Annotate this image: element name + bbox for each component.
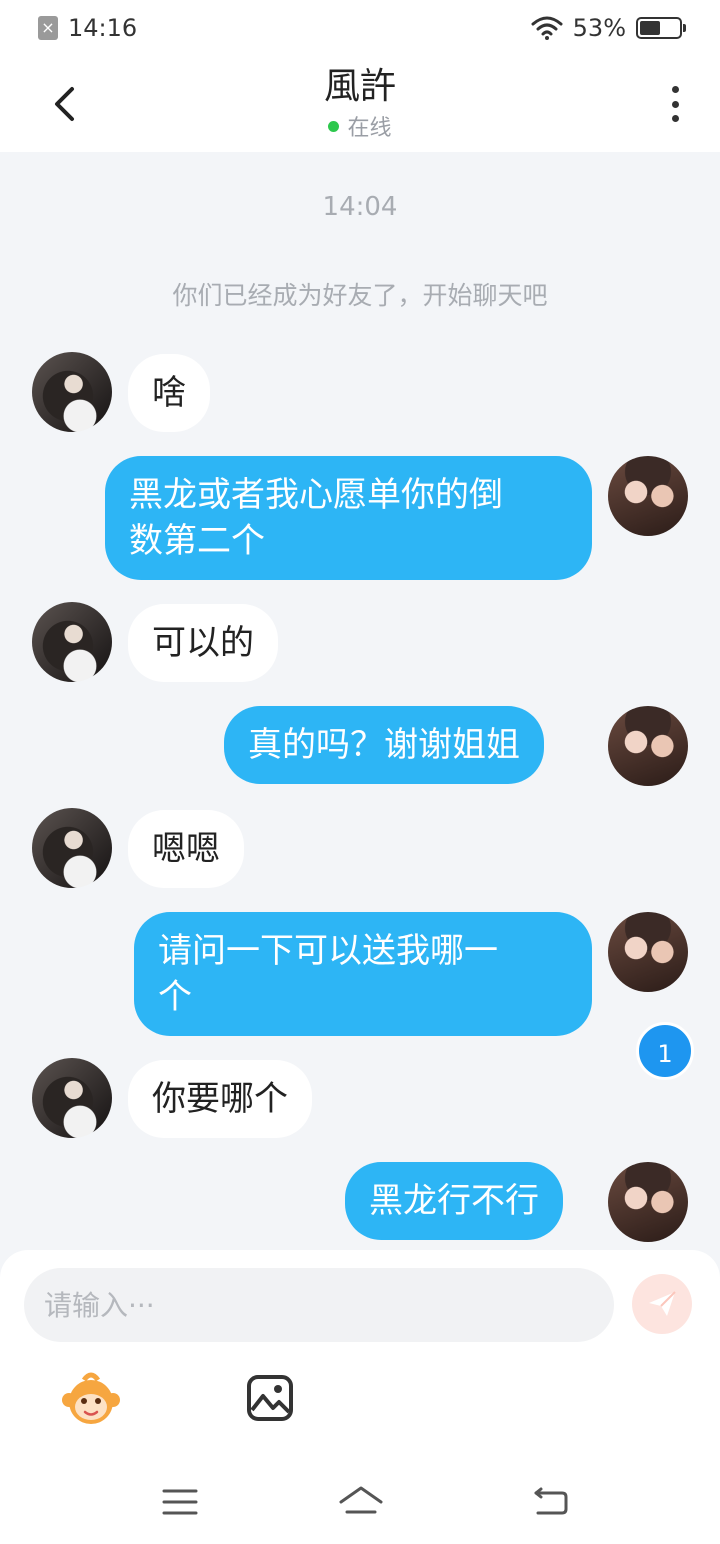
online-dot-icon [328,120,340,132]
contact-avatar[interactable] [32,352,112,432]
send-button[interactable] [632,1274,692,1334]
my-avatar[interactable] [608,1162,688,1242]
my-avatar[interactable] [608,912,688,992]
battery-level [640,21,661,35]
wifi-icon [531,16,563,40]
system-message: 你们已经成为好友了，开始聊天吧 [172,281,548,310]
outgoing-message[interactable]: 黑龙或者我心愿单你的倒 数第二个 [105,456,592,580]
contact-name: 風許 [323,66,396,107]
incoming-message[interactable]: 嗯嗯 [128,810,244,888]
chat-area[interactable]: 14:04 你们已经成为好友了，开始聊天吧 啥 黑龙或者我心愿单你的倒 数第二个… [0,152,720,1252]
outgoing-message[interactable]: 请问一下可以送我哪一 个 [134,912,592,1036]
image-gallery-icon [247,1375,293,1421]
message-input[interactable] [24,1268,614,1342]
home-button[interactable] [338,1482,384,1522]
home-icon [339,1486,383,1514]
back-nav-button[interactable] [530,1482,570,1522]
monkey-emoji-icon [62,1372,120,1424]
incoming-message[interactable]: 你要哪个 [128,1060,312,1138]
contact-avatar[interactable] [32,808,112,888]
emoji-button[interactable] [60,1368,122,1430]
my-avatar[interactable] [608,706,688,786]
online-status-label: 在线 [347,116,392,141]
status-time: 14:16 [68,14,138,42]
menu-icon [162,1489,198,1515]
recent-apps-button[interactable] [160,1482,200,1522]
contact-avatar[interactable] [32,602,112,682]
contact-avatar[interactable] [32,1058,112,1138]
incoming-message[interactable]: 啥 [128,354,210,432]
battery-icon [636,17,686,39]
image-button[interactable] [246,1374,294,1422]
paper-plane-icon [649,1291,676,1316]
online-status: 在线 [328,110,392,142]
notification-close-icon: × [38,16,58,40]
return-icon [534,1487,568,1515]
my-avatar[interactable] [608,456,688,536]
incoming-message[interactable]: 可以的 [128,604,278,682]
more-vertical-icon [671,86,679,93]
outgoing-message[interactable]: 真的吗？谢谢姐姐 [224,706,544,784]
battery-percent: 53% [572,14,626,42]
more-options-button[interactable] [660,82,690,126]
message-timestamp: 14:04 [322,192,398,222]
status-bar: × 14:16 53% [0,0,720,56]
system-nav-bar [0,1460,720,1544]
unread-count-badge[interactable]: 1 [636,1022,694,1080]
outgoing-message[interactable]: 黑龙行不行 [345,1162,563,1240]
chat-header: 風許 在线 [0,56,720,152]
